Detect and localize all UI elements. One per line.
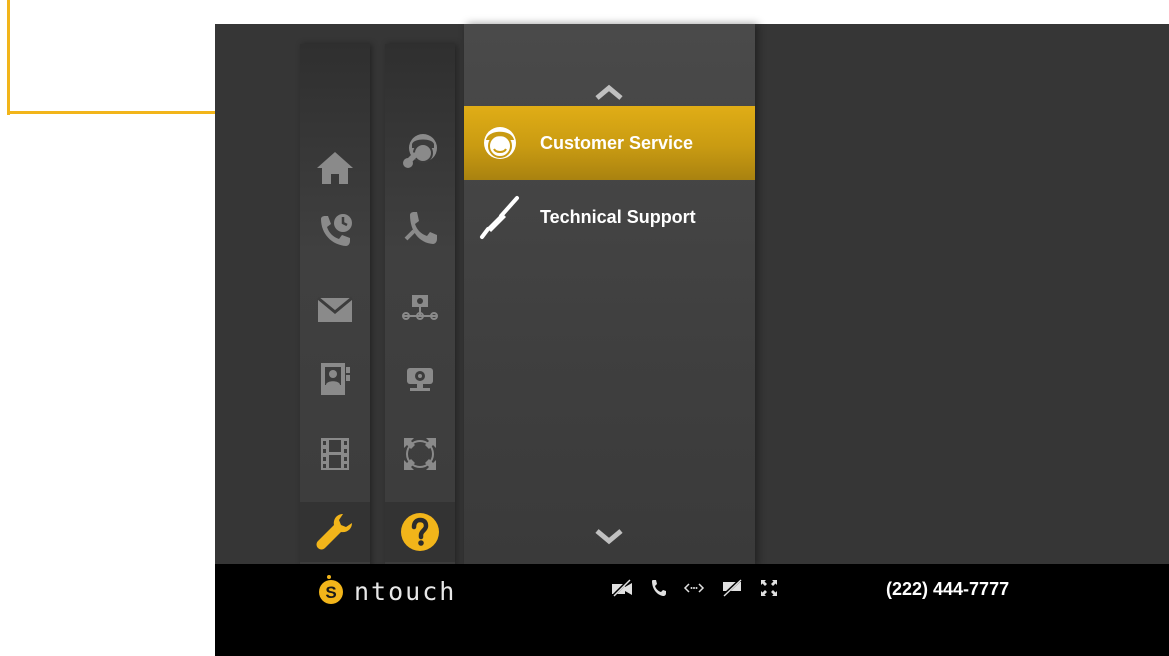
video-off-icon[interactable]	[611, 579, 633, 597]
status-icons	[611, 578, 779, 598]
brand-logo: S ntouch	[318, 577, 456, 606]
brand-name: ntouch	[354, 577, 457, 606]
contacts-icon[interactable]	[300, 349, 370, 409]
menu-item-customer-service[interactable]: Customer Service	[464, 106, 755, 180]
mail-icon[interactable]	[300, 279, 370, 339]
phone-icon[interactable]	[385, 199, 455, 259]
help-icon[interactable]	[385, 502, 455, 562]
webcam-icon[interactable]	[385, 349, 455, 409]
phone-icon[interactable]	[649, 579, 667, 597]
remote-icon[interactable]	[683, 579, 705, 597]
menu-item-technical-support[interactable]: Technical Support	[464, 180, 755, 254]
menu-item-label: Customer Service	[540, 132, 694, 153]
scroll-down-chevron-icon[interactable]	[594, 527, 624, 547]
main-nav-column	[300, 44, 370, 567]
home-icon[interactable]	[300, 138, 370, 198]
screwdriver-icon	[464, 180, 536, 254]
callout-line-vertical	[7, 0, 10, 115]
customer-service-icon	[464, 106, 536, 180]
brand-dot	[327, 575, 331, 579]
network-icon[interactable]	[385, 279, 455, 339]
sub-nav-column	[385, 44, 455, 567]
customer-service-icon[interactable]	[385, 122, 455, 182]
help-submenu: Customer Service Technical Support	[464, 24, 755, 567]
svg-text:S: S	[325, 583, 336, 602]
scroll-up-chevron-icon[interactable]	[594, 82, 624, 102]
video-library-icon[interactable]	[300, 424, 370, 484]
status-bar: S ntouch (222) 444-7777	[215, 564, 1169, 656]
settings-icon[interactable]	[300, 502, 370, 562]
chat-off-icon[interactable]	[721, 579, 743, 597]
call-history-icon[interactable]	[300, 201, 370, 261]
fullscreen-icon[interactable]	[385, 424, 455, 484]
sorenson-logo-icon: S	[319, 579, 343, 604]
app-screen: Customer Service Technical Support S nto…	[215, 24, 1169, 656]
phone-number: (222) 444-7777	[886, 579, 1010, 599]
fullscreen-icon[interactable]	[759, 578, 779, 598]
menu-item-label: Technical Support	[540, 206, 696, 227]
